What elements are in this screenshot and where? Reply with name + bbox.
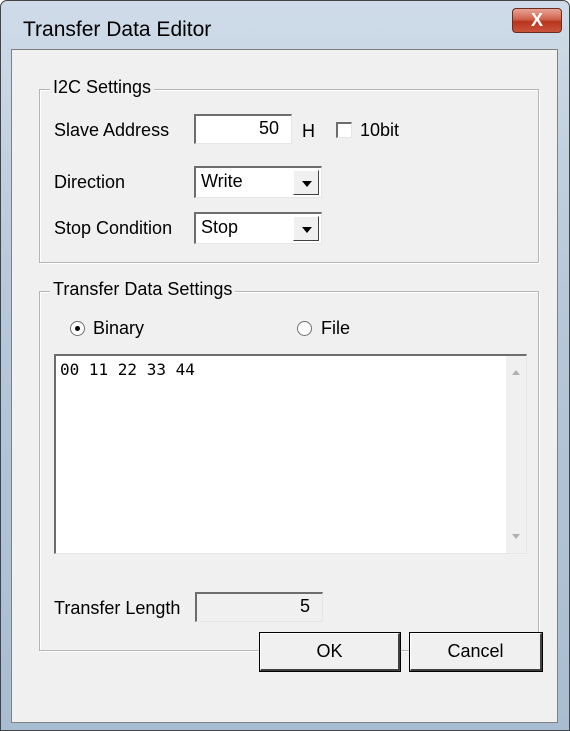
- transfer-data-settings-label: Transfer Data Settings: [50, 279, 236, 300]
- file-radio[interactable]: [297, 321, 312, 336]
- transfer-length-label: Transfer Length: [54, 598, 181, 618]
- tenbit-label: 10bit: [360, 120, 400, 140]
- window-title: Transfer Data Editor: [23, 18, 212, 41]
- stop-condition-value: Stop: [201, 217, 239, 237]
- hex-suffix-label: H: [302, 121, 315, 141]
- close-icon: X: [530, 10, 543, 30]
- transfer-data-textarea[interactable]: 00 11 22 33 44: [54, 354, 527, 554]
- direction-select[interactable]: Write: [194, 166, 322, 198]
- stop-condition-select[interactable]: Stop: [194, 212, 322, 244]
- vertical-scrollbar[interactable]: [506, 356, 526, 553]
- direction-dropdown-button[interactable]: [293, 170, 319, 195]
- direction-label: Direction: [54, 172, 126, 192]
- title-bar[interactable]: Transfer Data Editor X: [1, 1, 569, 49]
- binary-radio-label[interactable]: Binary: [93, 318, 144, 339]
- transfer-data-settings-group: Transfer Data Settings Binary File 00 11…: [39, 279, 539, 651]
- dialog-client-area: I2C Settings Slave Address 50 H 10bit Di…: [11, 49, 558, 723]
- radio-selected-dot: [75, 326, 80, 331]
- transfer-length-value: 5: [299, 596, 310, 616]
- i2c-settings-group: I2C Settings Slave Address 50 H 10bit Di…: [39, 77, 539, 263]
- scroll-down-icon[interactable]: [512, 534, 520, 539]
- close-button[interactable]: X: [512, 8, 562, 33]
- chevron-down-icon: [302, 227, 312, 233]
- binary-radio[interactable]: [70, 321, 85, 336]
- transfer-length-field: 5: [195, 592, 323, 622]
- stop-condition-label: Stop Condition: [54, 218, 173, 238]
- chevron-down-icon: [302, 181, 312, 187]
- slave-address-label: Slave Address: [54, 120, 170, 140]
- cancel-button[interactable]: Cancel: [409, 632, 543, 672]
- ok-button[interactable]: OK: [259, 632, 401, 672]
- direction-value: Write: [201, 171, 243, 191]
- transfer-data-text: 00 11 22 33 44: [60, 360, 195, 379]
- slave-address-value: 50: [258, 118, 279, 138]
- file-radio-label[interactable]: File: [321, 318, 350, 339]
- i2c-settings-label: I2C Settings: [50, 77, 155, 98]
- stop-condition-dropdown-button[interactable]: [293, 216, 319, 241]
- scroll-up-icon[interactable]: [512, 370, 520, 375]
- dialog-window: Transfer Data Editor X I2C Settings Slav…: [0, 0, 570, 731]
- slave-address-input[interactable]: 50: [194, 114, 292, 144]
- tenbit-checkbox[interactable]: [336, 122, 352, 138]
